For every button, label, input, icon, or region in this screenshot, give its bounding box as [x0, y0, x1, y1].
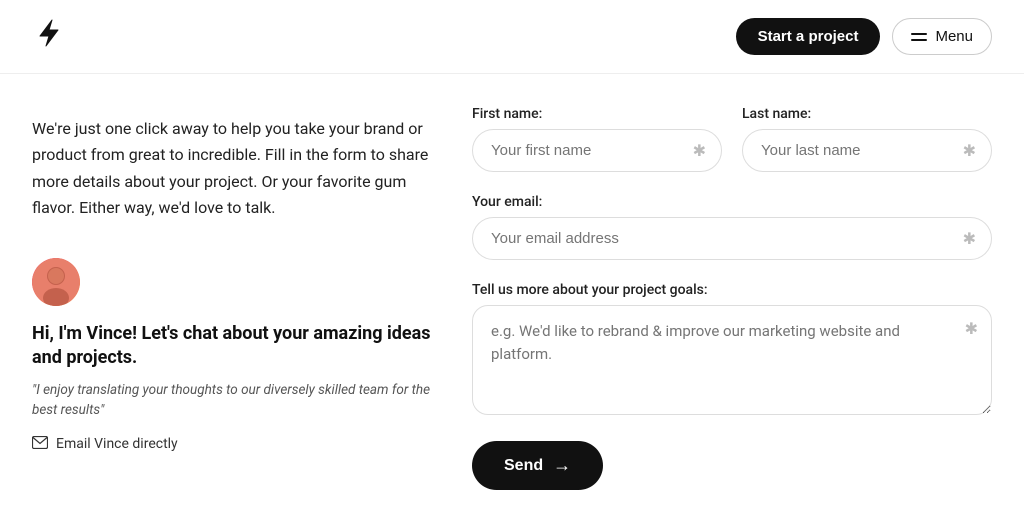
menu-button[interactable]: Menu [892, 18, 992, 55]
vince-quote: "I enjoy translating your thoughts to ou… [32, 380, 432, 421]
first-name-input[interactable] [472, 129, 722, 172]
left-panel: We're just one click away to help you ta… [32, 106, 432, 504]
email-vince-label: Email Vince directly [56, 436, 178, 452]
email-label: Your email: [472, 194, 992, 210]
email-icon [32, 435, 48, 453]
main-content: We're just one click away to help you ta… [0, 74, 1024, 504]
project-textarea-wrapper: ✱ [472, 305, 992, 419]
last-name-group: Last name: ✱ [742, 106, 992, 172]
email-input[interactable] [472, 217, 992, 260]
logo [32, 16, 66, 57]
last-name-label: Last name: [742, 106, 992, 122]
avatar [32, 258, 80, 306]
email-input-wrapper: ✱ [472, 217, 992, 260]
send-button[interactable]: Send → [472, 441, 603, 490]
send-label: Send [504, 457, 543, 475]
contact-form: First name: ✱ Last name: ✱ Your email: [472, 106, 992, 504]
header: Start a project Menu [0, 0, 1024, 74]
email-vince-link[interactable]: Email Vince directly [32, 435, 432, 453]
first-name-input-wrapper: ✱ [472, 129, 722, 172]
vince-heading: Hi, I'm Vince! Let's chat about your ama… [32, 322, 432, 371]
name-row: First name: ✱ Last name: ✱ [472, 106, 992, 172]
email-row: Your email: ✱ [472, 194, 992, 260]
header-actions: Start a project Menu [736, 18, 992, 55]
hamburger-icon [911, 33, 927, 41]
email-group: Your email: ✱ [472, 194, 992, 260]
last-name-input-wrapper: ✱ [742, 129, 992, 172]
project-textarea[interactable] [472, 305, 992, 415]
project-row: Tell us more about your project goals: ✱ [472, 282, 992, 419]
menu-label: Menu [935, 28, 973, 45]
intro-text: We're just one click away to help you ta… [32, 116, 432, 222]
first-name-label: First name: [472, 106, 722, 122]
last-name-input[interactable] [742, 129, 992, 172]
start-project-button[interactable]: Start a project [736, 18, 881, 55]
vince-section: Hi, I'm Vince! Let's chat about your ama… [32, 258, 432, 453]
project-label: Tell us more about your project goals: [472, 282, 992, 298]
first-name-group: First name: ✱ [472, 106, 722, 172]
arrow-right-icon: → [553, 455, 571, 476]
project-group: Tell us more about your project goals: ✱ [472, 282, 992, 419]
